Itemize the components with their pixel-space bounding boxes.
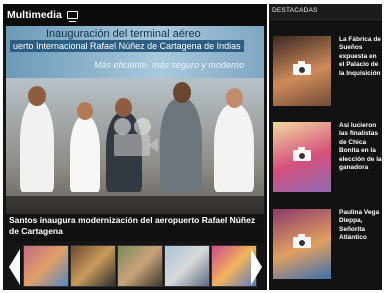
video-camera-icon	[112, 118, 158, 156]
multimedia-title: Multimedia	[7, 9, 62, 21]
multimedia-widget: Multimedia Inauguración del terminal aér…	[0, 0, 385, 293]
camera-icon	[293, 61, 311, 75]
multimedia-panel: Multimedia Inauguración del terminal aér…	[3, 4, 267, 290]
featured-item[interactable]: Así lucieron las finalistas de Chica Bon…	[273, 122, 382, 204]
camera-icon	[293, 234, 311, 248]
featured-item[interactable]: La Fábrica de Sueños expuesta en el Pala…	[273, 36, 381, 118]
featured-title: Así lucieron las finalistas de Chica Bon…	[339, 122, 382, 172]
banner-line-2: uerto Internacional Rafael Núñez de Cart…	[10, 40, 244, 52]
banner-line-1: Inauguración del terminal aéreo	[46, 28, 201, 40]
main-photo[interactable]: Inauguración del terminal aéreo uerto In…	[6, 26, 264, 241]
thumbnail[interactable]	[70, 245, 116, 287]
thumbnail[interactable]	[164, 245, 210, 287]
monitor-icon	[66, 11, 78, 22]
camera-icon	[293, 147, 311, 161]
main-photo-caption: Santos inaugura modernización del aeropu…	[6, 214, 264, 241]
destacadas-header: DESTACADAS	[269, 4, 382, 20]
previous-arrow-icon[interactable]	[9, 249, 20, 285]
multimedia-header: Multimedia	[3, 4, 267, 26]
event-banner: Inauguración del terminal aéreo uerto In…	[6, 26, 264, 78]
featured-item[interactable]: Paulina Vega Dieppa, Señorita Atlántico	[273, 209, 381, 291]
banner-slogan: Más eficiente, más seguro y moderno	[94, 60, 245, 70]
thumbnail-strip	[6, 243, 264, 289]
thumbnail[interactable]	[117, 245, 163, 287]
thumbnail[interactable]	[23, 245, 69, 287]
next-arrow-icon[interactable]	[251, 249, 262, 285]
featured-title: La Fábrica de Sueños expuesta en el Pala…	[339, 36, 381, 77]
destacadas-panel: DESTACADAS La Fábrica de Sueños expuesta…	[269, 4, 382, 290]
featured-title: Paulina Vega Dieppa, Señorita Atlántico	[339, 209, 380, 242]
